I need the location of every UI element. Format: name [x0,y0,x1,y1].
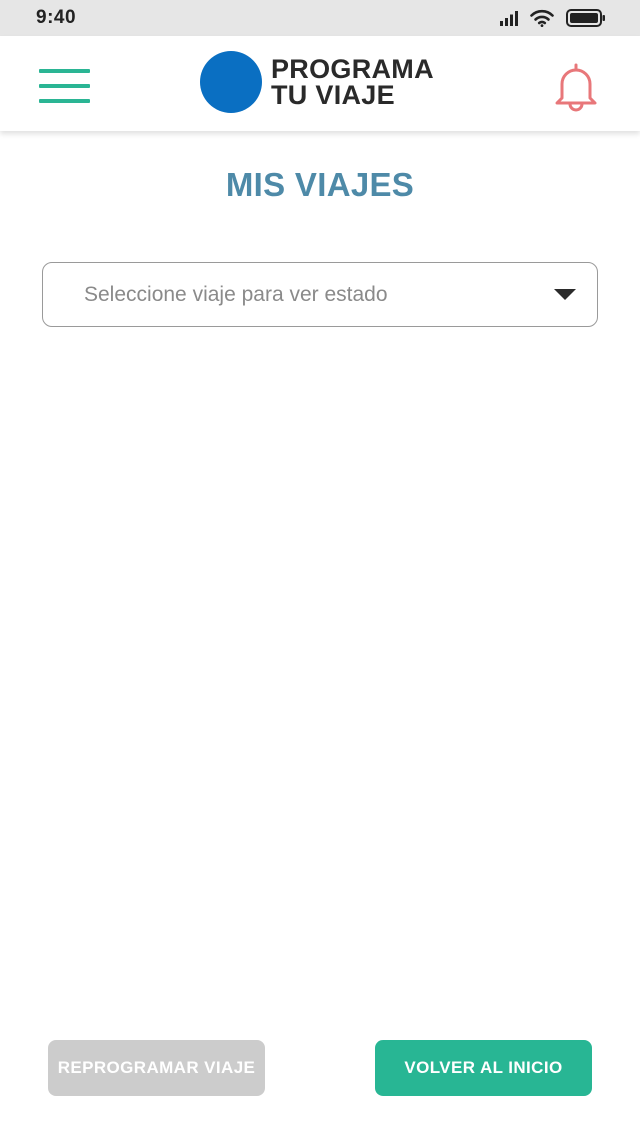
trip-select[interactable]: Seleccione viaje para ver estado [42,262,598,327]
cellular-signal-icon [500,10,518,26]
menu-line [39,84,90,88]
caret-down-icon [554,289,576,300]
trip-select-placeholder: Seleccione viaje para ver estado [84,282,388,306]
logo-line-1: PROGRAMA [271,54,434,84]
status-icons [500,9,606,27]
notifications-button[interactable] [553,62,599,112]
logo-circle [200,51,262,113]
app-logo: PROGRAMA TU VIAJE [200,51,434,113]
reprogram-trip-button[interactable]: REPROGRAMAR VIAJE [48,1040,265,1096]
page-title: MIS VIAJES [225,166,415,203]
status-bar: 9:40 [0,0,640,36]
status-time: 9:40 [36,7,77,28]
screen: 9:40 PROGRAMA TU VIAJE MIS VIAJES Selecc… [0,0,640,1136]
back-to-home-button[interactable]: VOLVER AL INICIO [375,1040,592,1096]
bell-icon [555,63,597,112]
menu-line [39,99,90,103]
battery-icon [566,9,605,27]
app-header: PROGRAMA TU VIAJE [0,36,640,131]
wifi-icon [530,9,554,27]
logo-line-2: TU VIAJE [271,80,395,110]
logo-text: PROGRAMA TU VIAJE [271,54,434,110]
menu-line [39,69,90,73]
hamburger-menu-icon[interactable] [39,69,90,103]
